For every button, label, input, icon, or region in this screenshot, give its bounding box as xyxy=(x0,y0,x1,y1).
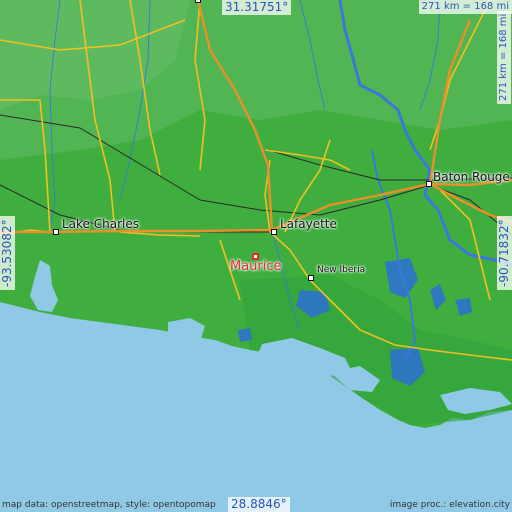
lafayette-label: Lafayette xyxy=(280,217,337,231)
image-processing-credit: image proc.: elevation.city xyxy=(389,500,510,510)
bottom-latitude-label: 28.8846° xyxy=(228,497,290,512)
maurice-label[interactable]: Maurice xyxy=(230,259,282,274)
top-city-marker xyxy=(195,0,201,3)
top-latitude-label: 31.31751° xyxy=(222,0,292,15)
lake-charles-marker xyxy=(53,229,59,235)
map-data-credit: map data: openstreetmap, style: opentopo… xyxy=(2,500,216,510)
left-longitude-label: -93.53082° xyxy=(0,216,15,290)
new-iberia-label: New Iberia xyxy=(317,265,366,275)
new-iberia-marker xyxy=(308,275,314,281)
map-view[interactable]: Lake Charles Lafayette Baton Rouge New I… xyxy=(0,0,512,512)
right-longitude-label: -90.71832° xyxy=(497,216,512,290)
vertical-scale-label: 271 km = 168 mi xyxy=(497,10,511,104)
baton-rouge-marker xyxy=(426,181,432,187)
baton-rouge-label: Baton Rouge xyxy=(433,170,510,184)
lafayette-marker xyxy=(271,229,277,235)
lake-charles-label: Lake Charles xyxy=(62,217,139,231)
